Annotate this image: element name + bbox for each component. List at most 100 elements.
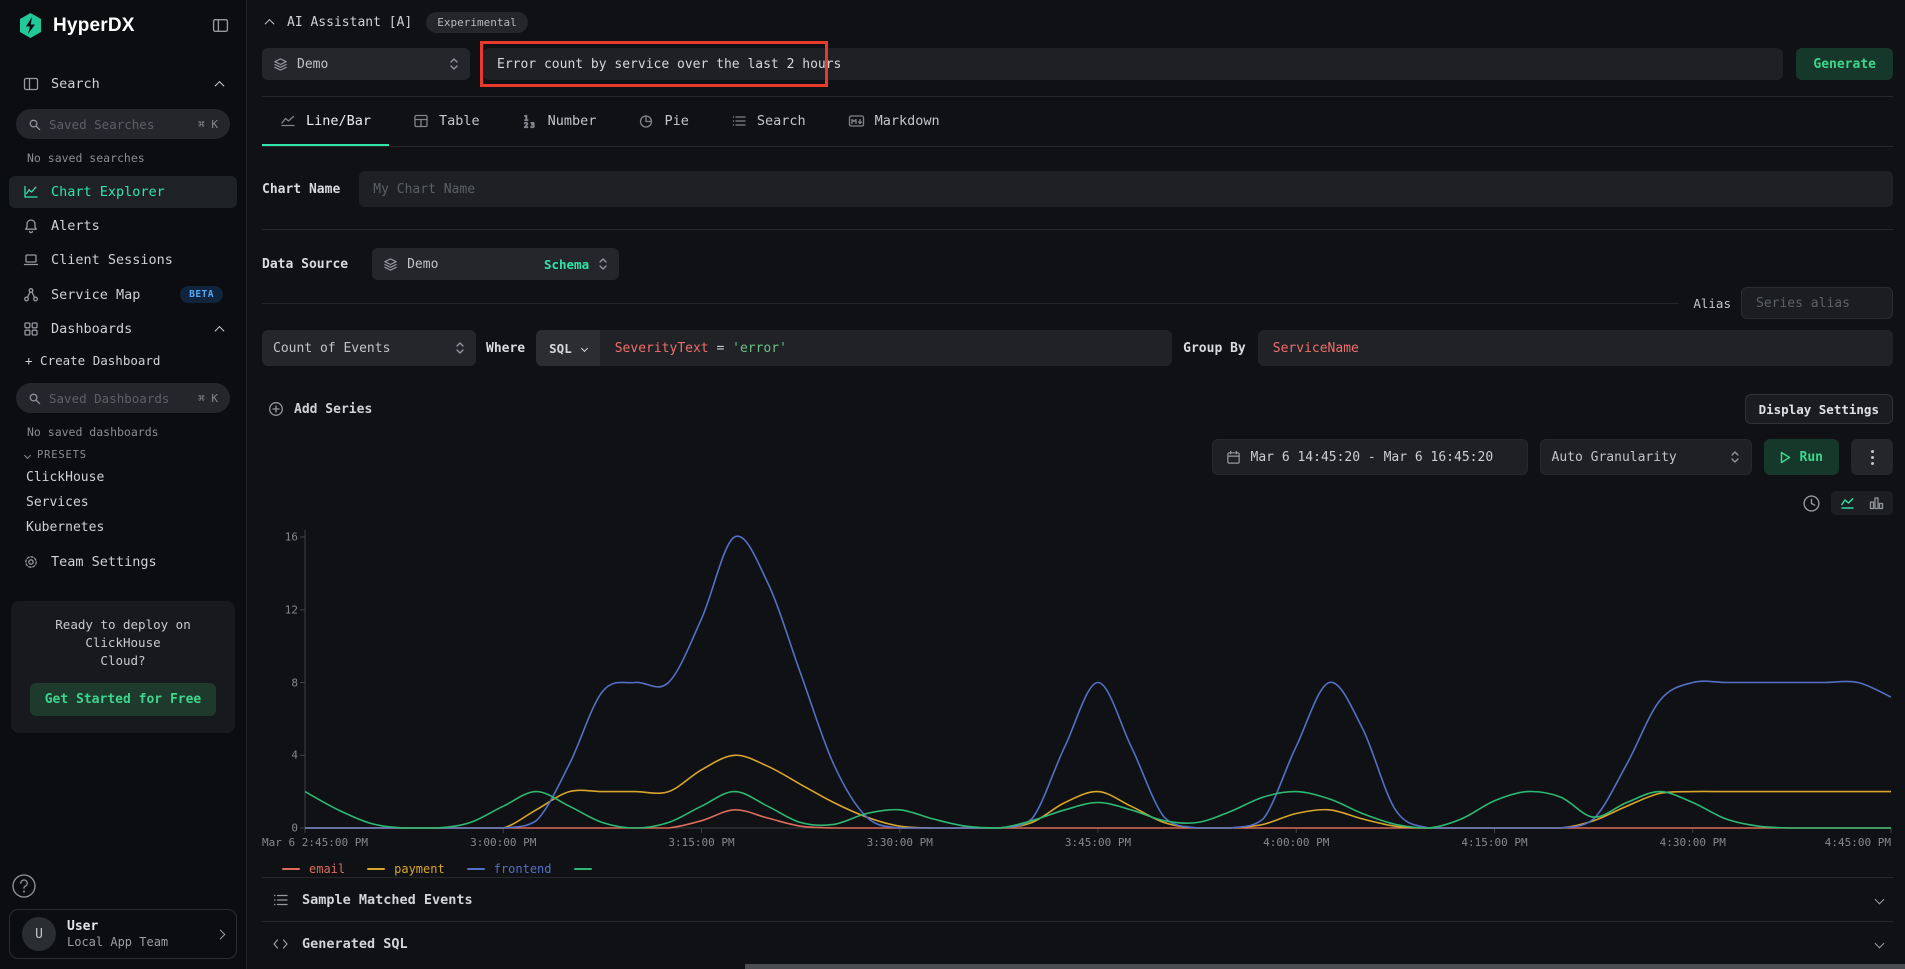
y-axis-label: 0 [291,822,298,835]
dashboards-icon [23,321,39,337]
laptop-icon [23,252,39,268]
select-chevrons-icon [449,57,459,71]
bell-icon [23,218,39,234]
tab-pie[interactable]: Pie [620,97,706,146]
create-dashboard-button[interactable]: + Create Dashboard [9,346,237,375]
cloud-card-text-line1: Ready to deploy on ClickHouse [23,616,223,652]
generated-sql-section[interactable]: Generated SQL [262,921,1893,965]
saved-dashboards-search[interactable]: ⌘ K [16,383,230,413]
add-series-button[interactable]: Add Series [262,401,372,417]
granularity-select[interactable]: Auto Granularity [1540,439,1752,475]
more-options-button[interactable] [1851,439,1893,475]
x-axis-label: 3:30:00 PM [867,836,933,849]
select-chevrons-icon [1730,450,1740,464]
sidebar-item-label: Chart Explorer [51,184,165,200]
run-button[interactable]: Run [1764,439,1839,475]
hyperdx-logo-icon [17,12,44,39]
layers-icon [273,57,288,72]
ai-source-select[interactable]: Demo [262,48,470,80]
sidebar-item-client-sessions[interactable]: Client Sessions [9,244,237,276]
y-axis-label: 16 [285,531,298,544]
sidebar-item-label: Service Map [51,287,140,303]
sidebar: HyperDX Search ⌘ K No saved searches [0,0,247,969]
legend-item-unnamed[interactable] [574,868,601,871]
generate-button[interactable]: Generate [1796,48,1893,80]
table-icon [413,113,429,129]
alias-input[interactable] [1741,287,1893,319]
schema-link[interactable]: Schema [544,257,589,272]
line-view-icon[interactable] [1840,496,1857,510]
time-range-picker[interactable]: Mar 6 14:45:20 - Mar 6 16:45:20 [1212,439,1528,475]
legend-dash [574,868,592,871]
horizontal-scrollbar[interactable] [745,964,1905,969]
app-root: HyperDX Search ⌘ K No saved searches [0,0,1905,969]
presets-header[interactable]: PRESETS [9,441,237,465]
tab-line-bar[interactable]: Line/Bar [262,97,389,146]
hyperdx-logo[interactable]: HyperDX [17,12,135,39]
saved-searches-search[interactable]: ⌘ K [16,109,230,139]
y-axis-label: 12 [285,603,298,616]
sidebar-item-search[interactable]: Search [9,68,237,100]
saved-dashboards-input[interactable] [49,391,190,406]
list-icon [731,113,747,129]
where-expression[interactable]: SeverityText = 'error' [600,341,802,356]
svg-text:2: 2 [524,121,528,129]
pie-chart-icon [638,113,654,129]
data-source-select[interactable]: Demo Schema [372,248,619,280]
shortcut-hint: ⌘ K [198,392,218,405]
search-icon [28,392,41,405]
x-axis-label: 4:45:00 PM [1825,836,1891,849]
preset-kubernetes[interactable]: Kubernetes [9,515,237,540]
tab-table[interactable]: Table [395,97,498,146]
code-icon [272,936,289,952]
layers-icon [383,257,398,272]
line-chart-icon [280,113,296,129]
saved-searches-input[interactable] [49,117,190,132]
tab-markdown[interactable]: Markdown [830,97,958,146]
chart-name-input[interactable] [359,171,1893,207]
shortcut-hint: ⌘ K [198,118,218,131]
help-icon[interactable] [11,873,37,899]
get-started-button[interactable]: Get Started for Free [30,683,216,716]
data-source-value: Demo [407,257,438,272]
sql-language-select[interactable]: SQL [536,330,600,366]
service-map-icon [23,287,39,303]
divider [262,303,1679,304]
tab-search[interactable]: Search [713,97,824,146]
sidebar-item-service-map[interactable]: Service Map BETA [9,278,237,311]
ai-assistant-title: AI Assistant [A] [287,15,412,30]
ai-prompt-input[interactable] [483,48,1783,80]
chart-legend: email payment frontend [262,861,1893,877]
legend-item-email[interactable]: email [282,862,345,876]
group-by-input[interactable]: ServiceName [1258,330,1893,366]
collapse-sidebar-icon[interactable] [212,17,229,34]
sidebar-item-team-settings[interactable]: Team Settings [9,546,237,578]
preset-clickhouse[interactable]: ClickHouse [9,465,237,490]
display-settings-button[interactable]: Display Settings [1745,394,1893,424]
chevron-down-icon [1875,895,1885,905]
group-by-label: Group By [1183,341,1246,356]
tab-number[interactable]: 1 2 3 Number [504,97,615,146]
collapse-assistant-icon[interactable] [265,18,275,28]
x-axis-label: 3:00:00 PM [470,836,536,849]
bar-view-icon[interactable] [1869,496,1884,510]
time-icon[interactable] [1802,494,1821,513]
user-menu[interactable]: U User Local App Team [9,909,237,959]
cloud-card-text-line2: Cloud? [23,652,223,670]
timeseries-chart[interactable]: 0481216Mar 6 2:45:00 PM3:00:00 PM3:15:00… [262,525,1893,855]
x-axis-label: 4:00:00 PM [1263,836,1329,849]
x-axis-label: 4:30:00 PM [1660,836,1726,849]
sidebar-item-alerts[interactable]: Alerts [9,210,237,242]
where-editor[interactable]: SQL SeverityText = 'error' [536,330,1172,366]
preset-services[interactable]: Services [9,490,237,515]
divider [262,229,1893,230]
calendar-icon [1226,450,1241,465]
sample-matched-events-section[interactable]: Sample Matched Events [262,877,1893,921]
legend-item-frontend[interactable]: frontend [467,862,552,876]
sidebar-item-label: Client Sessions [51,252,173,268]
legend-item-payment[interactable]: payment [367,862,445,876]
sidebar-item-dashboards[interactable]: Dashboards [9,313,237,345]
sidebar-item-chart-explorer[interactable]: Chart Explorer [9,176,237,208]
aggregation-select[interactable]: Count of Events [262,330,476,366]
legend-dash [367,868,385,871]
